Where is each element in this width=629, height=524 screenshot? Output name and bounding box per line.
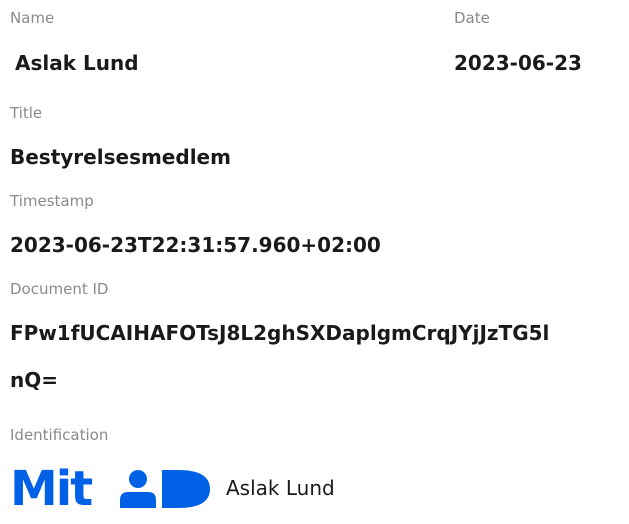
date-value: 2023-06-23 <box>454 51 582 75</box>
document-id-value-line-1: FPw1fUCAIHAFOTsJ8L2ghSXDaplgmCrqJYjJzTG5… <box>10 321 550 345</box>
timestamp-value: 2023-06-23T22:31:57.960+02:00 <box>10 233 381 257</box>
svg-text:Mit: Mit <box>10 468 92 508</box>
document-id-value-line-2: nQ= <box>10 368 58 392</box>
mitid-logo-icon: Mit <box>10 468 210 508</box>
identification-row: Mit Aslak Lund <box>10 468 335 508</box>
document-id-label: Document ID <box>10 280 109 298</box>
timestamp-label: Timestamp <box>10 192 94 210</box>
title-label: Title <box>10 104 43 122</box>
identification-name: Aslak Lund <box>226 476 335 500</box>
name-label: Name <box>10 9 55 27</box>
title-value: Bestyrelsesmedlem <box>10 145 231 169</box>
name-value: Aslak Lund <box>15 51 139 75</box>
identification-label: Identification <box>10 426 109 444</box>
date-label: Date <box>454 9 490 27</box>
